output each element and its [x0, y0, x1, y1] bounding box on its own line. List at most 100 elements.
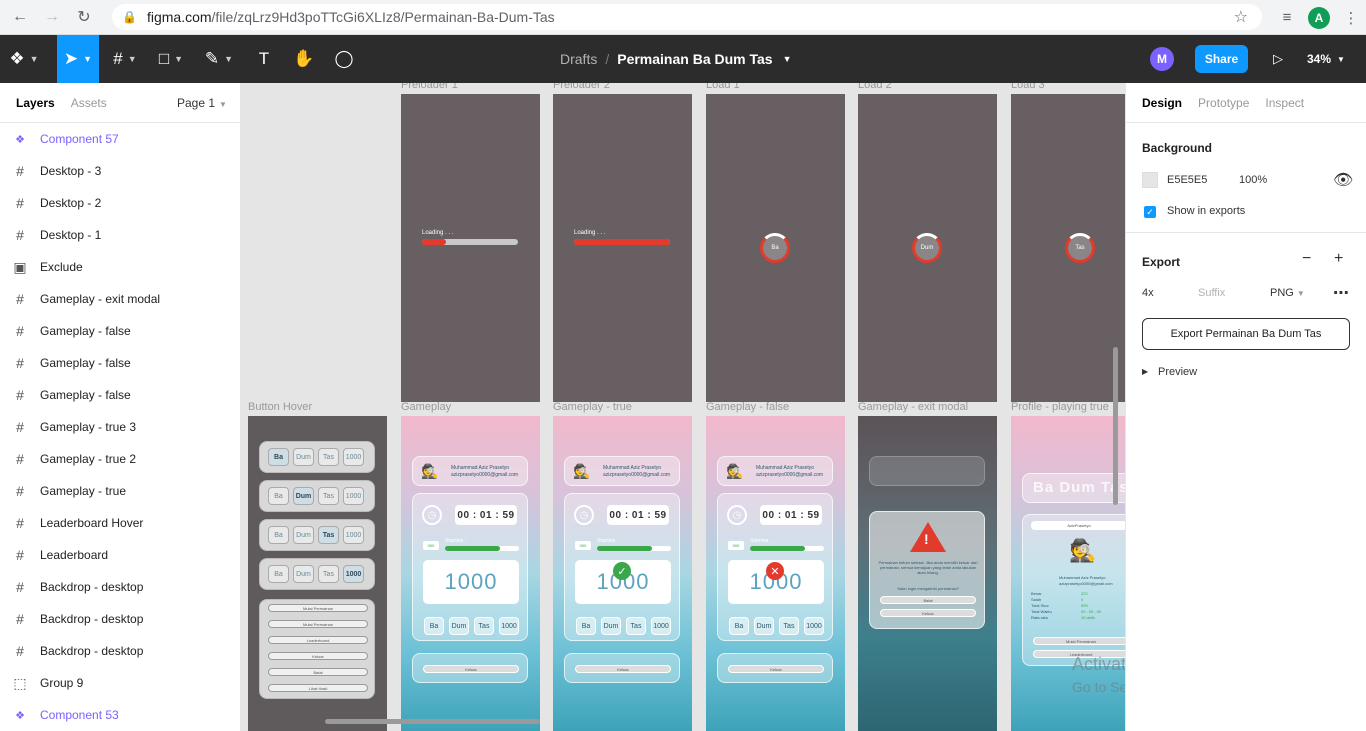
frame-label[interactable]: Load 2 — [858, 83, 892, 91]
user-avatar[interactable]: M — [1150, 47, 1174, 71]
show-in-exports-checkbox[interactable]: ✓ — [1144, 206, 1156, 218]
frame-button-hover[interactable]: Ba Dum Tas 1000 Ba Dum Tas 1000 Ba Dum T… — [248, 416, 387, 731]
page-selector[interactable]: Page 1 ▼ — [177, 96, 227, 110]
layer-item[interactable]: # Leaderboard Hover — [0, 507, 240, 539]
frame-icon: # — [16, 579, 24, 595]
export-scale[interactable]: 4x — [1142, 287, 1154, 299]
layer-item[interactable]: ❖ Component 57 — [0, 123, 240, 155]
frame-icon: # — [16, 611, 24, 627]
back-icon[interactable]: ← — [8, 5, 32, 29]
score-button: 1000 — [499, 617, 519, 635]
canvas-vertical-scrollbar[interactable] — [1113, 347, 1118, 505]
reload-icon[interactable]: ↻ — [72, 5, 96, 29]
frame-label[interactable]: Gameplay - exit modal — [858, 401, 968, 413]
background-hex[interactable]: E5E5E5 — [1167, 174, 1207, 186]
layer-item[interactable]: # Gameplay - false — [0, 347, 240, 379]
frame-label[interactable]: Gameplay - true — [553, 401, 632, 413]
layer-item[interactable]: # Desktop - 3 — [0, 155, 240, 187]
minus-icon[interactable]: − — [1302, 250, 1311, 268]
layer-item[interactable]: # Desktop - 2 — [0, 187, 240, 219]
frame-label[interactable]: Gameplay — [401, 401, 451, 413]
move-tool-icon[interactable]: ➤ ▼ — [57, 35, 99, 83]
hand-tool-icon[interactable]: ✋ — [288, 35, 320, 83]
layer-item[interactable]: # Gameplay - false — [0, 315, 240, 347]
loading-label: Loading . . . — [422, 230, 454, 236]
frame-gameplay-false[interactable]: 🕵 Muhammad Aziz Prasetyo azizprasetyo000… — [706, 416, 845, 731]
layer-item[interactable]: # Gameplay - exit modal — [0, 283, 240, 315]
preview-toggle[interactable]: Preview — [1158, 366, 1197, 378]
chevron-down-icon[interactable]: ▼ — [783, 54, 792, 64]
chevron-right-icon[interactable]: ▶ — [1142, 367, 1148, 376]
frame-label[interactable]: Gameplay - false — [706, 401, 789, 413]
tab-prototype[interactable]: Prototype — [1198, 96, 1249, 110]
export-suffix-input[interactable]: Suffix — [1198, 287, 1225, 299]
text-tool-icon[interactable]: T — [248, 35, 280, 83]
spy-avatar-icon: 🕵 — [421, 462, 439, 479]
frame-preloader-1[interactable]: Loading . . . — [401, 94, 540, 402]
tab-layers[interactable]: Layers — [16, 96, 55, 110]
forward-icon[interactable]: → — [40, 5, 64, 29]
plus-icon[interactable]: + — [1334, 250, 1343, 268]
layer-item[interactable]: # Gameplay - true 3 — [0, 411, 240, 443]
export-button[interactable]: Export Permainan Ba Dum Tas — [1142, 318, 1350, 350]
layer-item[interactable]: # Backdrop - desktop — [0, 571, 240, 603]
frame-load-2[interactable]: Dum — [858, 94, 997, 402]
layer-item[interactable]: # Desktop - 1 — [0, 219, 240, 251]
media-queue-icon[interactable]: ≡ — [1272, 9, 1302, 26]
drafts-link[interactable]: Drafts — [560, 51, 597, 67]
frame-label[interactable]: Preloader 1 — [401, 83, 458, 91]
share-button[interactable]: Share — [1195, 45, 1248, 73]
layer-item[interactable]: ⬚ Group 9 — [0, 667, 240, 699]
tab-design[interactable]: Design — [1142, 96, 1182, 110]
hover-chip: Tas — [318, 526, 339, 544]
export-section: Export − + 4x Suffix PNG ▼ ⋯ Export Perm… — [1126, 233, 1366, 393]
hover-chip: 1000 — [343, 448, 364, 466]
layer-item[interactable]: # Gameplay - false — [0, 379, 240, 411]
frame-gameplay-true[interactable]: 🕵 Muhammad Aziz Prasetyo azizprasetyo000… — [553, 416, 692, 731]
layer-item[interactable]: ❖ Component 53 — [0, 699, 240, 731]
comment-tool-icon[interactable]: ◯ — [328, 35, 360, 83]
frame-preloader-2[interactable]: Loading . . . — [553, 94, 692, 402]
layer-item[interactable]: ▣ Exclude — [0, 251, 240, 283]
bookmark-star-icon[interactable]: ☆ — [1234, 7, 1248, 27]
figma-menu-icon[interactable]: ❖ ▼ — [0, 35, 48, 83]
frame-label[interactable]: Load 1 — [706, 83, 740, 91]
shape-tool-icon[interactable]: □ ▼ — [150, 35, 192, 83]
hover-chip: Ba — [268, 526, 289, 544]
canvas[interactable]: Preloader 1 Preloader 2 Load 1 Load 2 Lo… — [241, 83, 1125, 731]
frame-load-3[interactable]: Tas — [1011, 94, 1125, 402]
background-swatch[interactable] — [1142, 172, 1158, 188]
layer-item[interactable]: # Gameplay - true 2 — [0, 443, 240, 475]
browser-toolbar: ← → ↻ 🔒 figma.com /file/zqLrz9Hd3poTTcGi… — [0, 0, 1366, 35]
zoom-dropdown[interactable]: 34% ▼ — [1307, 35, 1345, 83]
frame-gameplay-exit-modal[interactable]: ! Permainan belum selesai. Jika anda mem… — [858, 416, 997, 731]
more-options-icon[interactable]: ⋯ — [1333, 283, 1349, 303]
frame-load-1[interactable]: Ba — [706, 94, 845, 402]
address-bar[interactable]: 🔒 figma.com /file/zqLrz9Hd3poTTcGi6XLIz8… — [112, 4, 1262, 30]
frame-label[interactable]: Load 3 — [1011, 83, 1045, 91]
hover-chip: 1000 — [343, 526, 364, 544]
layer-item[interactable]: # Backdrop - desktop — [0, 635, 240, 667]
present-play-icon[interactable]: ▷ — [1266, 47, 1290, 71]
layer-item[interactable]: # Backdrop - desktop — [0, 603, 240, 635]
profile-avatar[interactable]: A — [1308, 6, 1330, 29]
tab-inspect[interactable]: Inspect — [1265, 96, 1304, 110]
frame-label[interactable]: Button Hover — [248, 401, 312, 413]
frame-gameplay[interactable]: 🕵 Muhammad Aziz Prasetyo azizprasetyo000… — [401, 416, 540, 731]
loading-label: Loading . . . — [574, 230, 606, 236]
profile-card: AzizPrasetyo 🕵 Muhammad Aziz Prasetyo az… — [1022, 514, 1125, 666]
frame-label[interactable]: Profile - playing true — [1011, 401, 1109, 413]
canvas-horizontal-scrollbar[interactable] — [325, 719, 540, 724]
browser-menu-icon[interactable]: ⋮ — [1336, 9, 1366, 27]
frame-label[interactable]: Preloader 2 — [553, 83, 610, 91]
layer-item[interactable]: # Leaderboard — [0, 539, 240, 571]
file-name[interactable]: Permainan Ba Dum Tas — [617, 51, 772, 67]
pen-tool-icon[interactable]: ✎ ▼ — [198, 35, 240, 83]
eye-icon[interactable]: 👁 — [1333, 170, 1353, 190]
tab-assets[interactable]: Assets — [71, 96, 107, 110]
layer-item[interactable]: # Gameplay - true — [0, 475, 240, 507]
background-opacity[interactable]: 100% — [1239, 174, 1267, 186]
game-card: ◷ 00 : 01 : 59 Stamina : 000 1000 Ba Dum… — [412, 493, 528, 641]
frame-tool-icon[interactable]: # ▼ — [104, 35, 146, 83]
export-format[interactable]: PNG ▼ — [1270, 287, 1305, 299]
